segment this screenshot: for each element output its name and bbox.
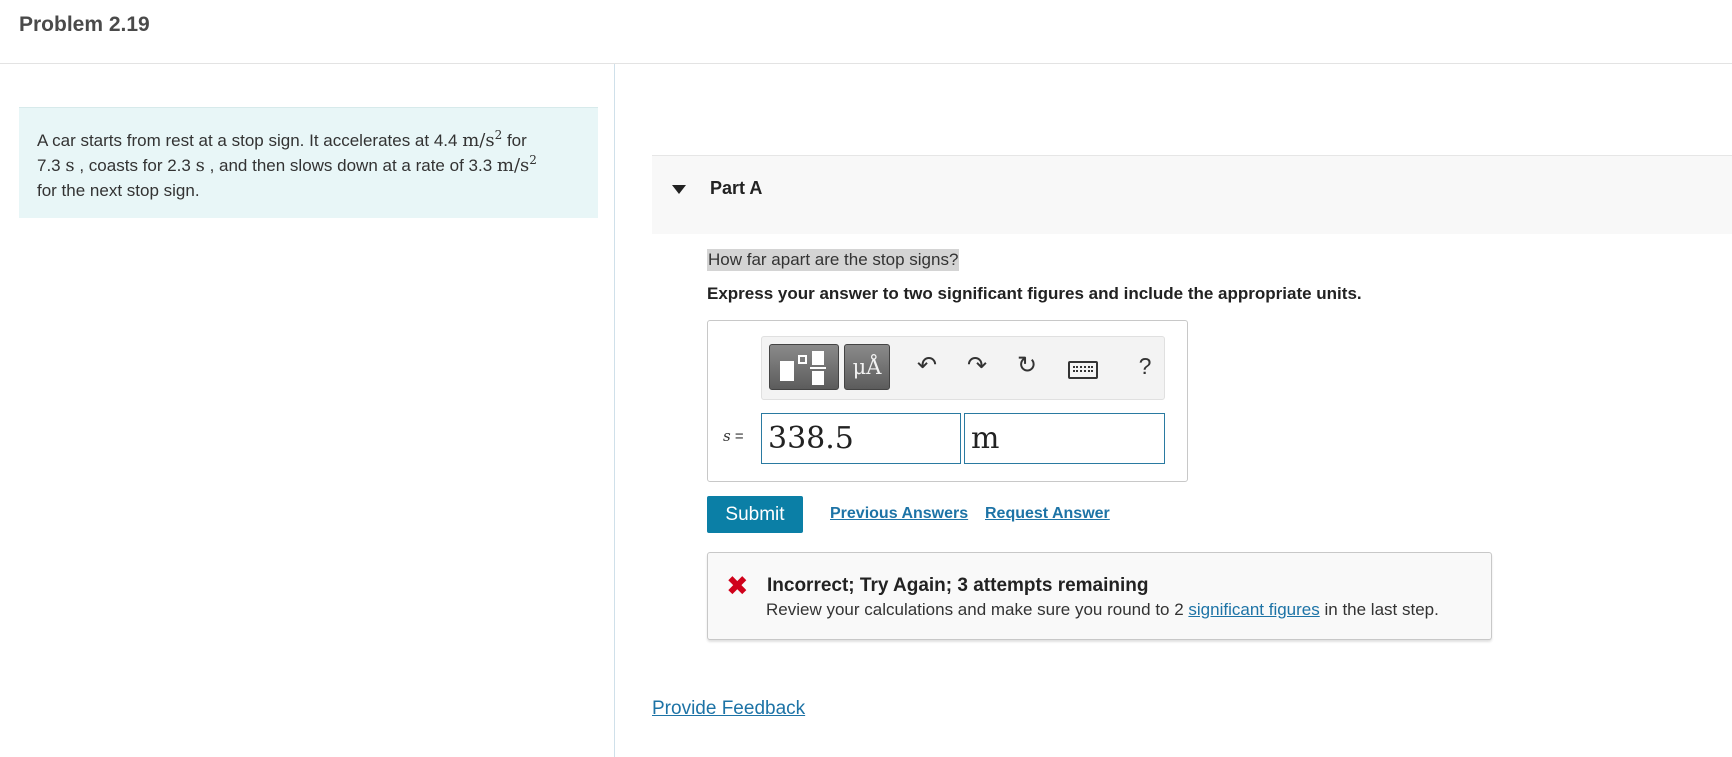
- unit-seconds: s: [65, 155, 75, 176]
- page-header: Problem 2.19: [0, 0, 1732, 64]
- variable-label: s =: [723, 427, 744, 445]
- part-a-header[interactable]: Part A: [652, 155, 1732, 234]
- collapse-caret-icon[interactable]: [672, 185, 686, 194]
- value-input[interactable]: 338.5: [761, 413, 961, 464]
- problem-statement: A car starts from rest at a stop sign. I…: [19, 107, 598, 218]
- feedback-detail: Review your calculations and make sure y…: [766, 600, 1439, 619]
- answer-instruction: Express your answer to two significant f…: [707, 284, 1362, 303]
- feedback-message: ✖ Incorrect; Try Again; 3 attempts remai…: [707, 552, 1492, 640]
- submit-button[interactable]: Submit: [707, 496, 803, 533]
- provide-feedback-link[interactable]: Provide Feedback: [652, 698, 805, 720]
- units-input[interactable]: m: [964, 413, 1165, 464]
- undo-icon[interactable]: ↶: [912, 351, 942, 381]
- page-title: Problem 2.19: [19, 13, 150, 36]
- unit-seconds: s: [195, 155, 205, 176]
- redo-icon[interactable]: ↷: [962, 351, 992, 381]
- feedback-title: Incorrect; Try Again; 3 attempts remaini…: [767, 575, 1149, 596]
- answer-box: μÅ ↶ ↷ ↻ ? s = 338.5 m: [707, 320, 1188, 482]
- keyboard-icon[interactable]: [1068, 361, 1098, 379]
- previous-answers-link[interactable]: Previous Answers: [830, 505, 968, 523]
- part-label: Part A: [710, 178, 763, 198]
- templates-button[interactable]: [769, 344, 839, 390]
- units-button[interactable]: μÅ: [844, 344, 890, 390]
- templates-icon: [780, 361, 794, 381]
- question-text: How far apart are the stop signs?: [707, 249, 960, 271]
- incorrect-icon: ✖: [726, 571, 749, 601]
- unit-acceleration: m/s2: [462, 128, 503, 151]
- reset-icon[interactable]: ↻: [1012, 351, 1042, 381]
- unit-acceleration: m/s2: [496, 153, 537, 176]
- significant-figures-link[interactable]: significant figures: [1188, 600, 1319, 619]
- math-toolbar: μÅ ↶ ↷ ↻ ?: [761, 336, 1165, 400]
- help-icon[interactable]: ?: [1130, 351, 1160, 381]
- request-answer-link[interactable]: Request Answer: [985, 505, 1110, 523]
